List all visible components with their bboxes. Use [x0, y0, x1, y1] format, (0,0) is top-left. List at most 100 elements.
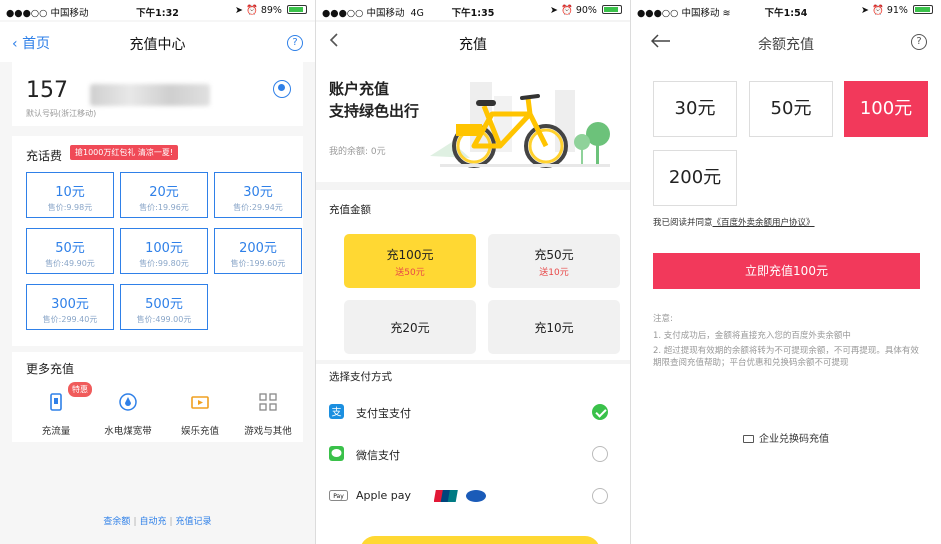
- option-price: 售价:499.00元: [136, 315, 192, 324]
- radio-applepay[interactable]: [592, 488, 608, 504]
- help-icon[interactable]: ?: [287, 35, 303, 51]
- unionpay-logos-icon: [434, 490, 486, 502]
- note-1: 1. 支付成功后，金额将直接充入您的百度外卖余额中: [653, 331, 851, 341]
- contact-icon[interactable]: [273, 80, 291, 98]
- battery-icon: [602, 5, 622, 14]
- option-amount: 50元: [55, 241, 85, 256]
- footer-links: 查余额 | 自动充 | 充值记录: [0, 514, 315, 527]
- option-price: 售价:199.60元: [230, 259, 286, 268]
- pay-alipay[interactable]: 支 支付宝支付: [316, 392, 630, 432]
- pay-label: 微信支付: [356, 449, 400, 462]
- recharge-option-6[interactable]: 300元 售价:299.40元: [26, 284, 114, 330]
- link-divider: |: [169, 517, 173, 527]
- pay-wechat[interactable]: 微信支付: [316, 434, 630, 474]
- more-item-data[interactable]: 充流量: [20, 392, 92, 437]
- recharge-option-1[interactable]: 20元 售价:19.96元: [120, 172, 208, 218]
- alarm-icon: ⏰: [245, 5, 258, 16]
- recharge-now-button[interactable]: 立即充值100元: [653, 253, 920, 289]
- wechat-icon: [329, 446, 344, 461]
- agree-prefix: 我已阅读并同意: [653, 218, 713, 228]
- recharge-option-4[interactable]: 100元售价:99.80元: [120, 228, 208, 274]
- amount-200[interactable]: 200元: [653, 150, 737, 206]
- default-number-note: 默认号码(浙江移动): [26, 109, 97, 118]
- option-amount: 30元: [243, 185, 273, 200]
- status-right: ➤ ⏰ 90%: [550, 5, 622, 16]
- more-item-utility[interactable]: 水电煤宽带: [92, 392, 164, 437]
- option-bonus: 送50元: [395, 268, 425, 278]
- amount-50[interactable]: 50元: [749, 81, 833, 137]
- amount-section: 充值金额 充100元 送50元 充50元 送10元 充20元 充10元: [316, 190, 630, 360]
- page-title: 充值中心: [129, 37, 186, 53]
- nav-bar: 充值: [316, 22, 630, 62]
- agreement: 我已阅读并同意《百度外卖余额用户协议》: [653, 216, 815, 228]
- more-item-label: 水电煤宽带: [104, 426, 152, 437]
- recharge-history-link[interactable]: 充值记录: [176, 517, 212, 527]
- data-plan-icon: [50, 393, 62, 411]
- location-icon: ➤: [234, 5, 243, 16]
- radio-wechat[interactable]: [592, 446, 608, 462]
- option-label: 充100元: [386, 248, 434, 262]
- more-item-games[interactable]: 游戏与其他: [232, 392, 304, 437]
- recharge-option-3[interactable]: 50元售价:49.90元: [26, 228, 114, 274]
- recharge-option-5[interactable]: 200元售价:199.60元: [214, 228, 302, 274]
- confirm-pay-button[interactable]: [360, 536, 600, 544]
- agreement-link[interactable]: 《百度外卖余额用户协议》: [713, 218, 815, 228]
- more-item-entertainment[interactable]: 娱乐充值: [164, 392, 236, 437]
- recharge-option-7[interactable]: 500元 售价:499.00元: [120, 284, 208, 330]
- option-amount: 300元: [51, 297, 89, 312]
- option-100[interactable]: 充100元 送50元: [344, 234, 476, 288]
- amount-100[interactable]: 100元: [844, 81, 928, 137]
- recharge-title: 充话费: [26, 149, 63, 163]
- option-amount: 100元: [145, 241, 183, 256]
- status-right: ➤ ⏰ 91%: [861, 5, 933, 16]
- recharge-option-2[interactable]: 30元 售价:29.94元: [214, 172, 302, 218]
- nav-bar: 余额充值 ?: [631, 22, 941, 62]
- option-price: 售价:49.90元: [45, 259, 95, 268]
- option-50[interactable]: 充50元 送10元: [488, 234, 620, 288]
- bicycle-illustration-icon: [430, 82, 610, 168]
- battery-icon: [287, 5, 307, 14]
- status-bar: ●●●○○ 中国移动 4G 下午1:35 ➤ ⏰ 90%: [316, 0, 630, 20]
- notes-title: 注意:: [653, 314, 673, 324]
- option-20[interactable]: 充20元: [344, 300, 476, 354]
- option-amount: 20元: [149, 185, 179, 200]
- status-right: ➤ ⏰ 89%: [235, 5, 307, 16]
- pay-title: 选择支付方式: [329, 371, 392, 383]
- phone-number-panel: 157 默认号码(浙江移动): [12, 62, 303, 126]
- battery-icon: [913, 5, 933, 14]
- help-icon[interactable]: ?: [911, 34, 927, 50]
- more-item-label: 娱乐充值: [180, 426, 219, 437]
- battery-percent: 90%: [575, 5, 597, 16]
- more-title: 更多充值: [26, 362, 75, 376]
- more-item-label: 充流量: [41, 426, 71, 437]
- battery-percent: 89%: [260, 5, 282, 16]
- status-bar: ●●●○○ 中国移动 ≋ 下午1:54 ➤ ⏰ 91%: [631, 0, 941, 20]
- payment-section: 选择支付方式 支 支付宝支付 微信支付 Pay Apple pay: [316, 364, 630, 544]
- option-bonus: 送10元: [539, 268, 569, 278]
- status-bar: ●●●○○ 中国移动 下午1:32 ➤ ⏰ 89%: [0, 0, 315, 20]
- recharge-option-0[interactable]: 10元 售价:9.98元: [26, 172, 114, 218]
- screen-balance-recharge: ●●●○○ 中国移动 ≋ 下午1:54 ➤ ⏰ 91% 余额充值 ? 30元 5…: [631, 0, 941, 544]
- headline-2: 支持绿色出行: [329, 102, 420, 120]
- page-title: 充值: [459, 37, 487, 53]
- option-10[interactable]: 充10元: [488, 300, 620, 354]
- link-divider: |: [133, 517, 137, 527]
- amount-30[interactable]: 30元: [653, 81, 737, 137]
- option-price: 售价:9.98元: [47, 203, 93, 212]
- svg-text:Pay: Pay: [333, 493, 344, 500]
- alipay-icon: 支: [329, 404, 344, 419]
- option-price: 售价:99.80元: [139, 259, 189, 268]
- radio-alipay[interactable]: [592, 404, 608, 420]
- enterprise-label: 企业兑换码充值: [759, 434, 829, 445]
- auto-recharge-link[interactable]: 自动充: [139, 517, 166, 527]
- check-balance-link[interactable]: 查余额: [103, 517, 130, 527]
- option-amount: 200元: [239, 241, 277, 256]
- screen-bike-recharge: ●●●○○ 中国移动 4G 下午1:35 ➤ ⏰ 90% 充值 账户充值 支持绿…: [316, 0, 630, 544]
- more-item-label: 游戏与其他: [244, 426, 292, 437]
- page-title: 余额充值: [758, 37, 814, 53]
- alarm-icon: ⏰: [560, 5, 573, 16]
- amount-title: 充值金额: [329, 204, 371, 216]
- pay-applepay[interactable]: Pay Apple pay: [316, 476, 630, 516]
- enterprise-code-link[interactable]: 企业兑换码充值: [631, 430, 941, 445]
- promo-badge[interactable]: 搶1000万红包礼 清凉一夏!: [70, 145, 179, 160]
